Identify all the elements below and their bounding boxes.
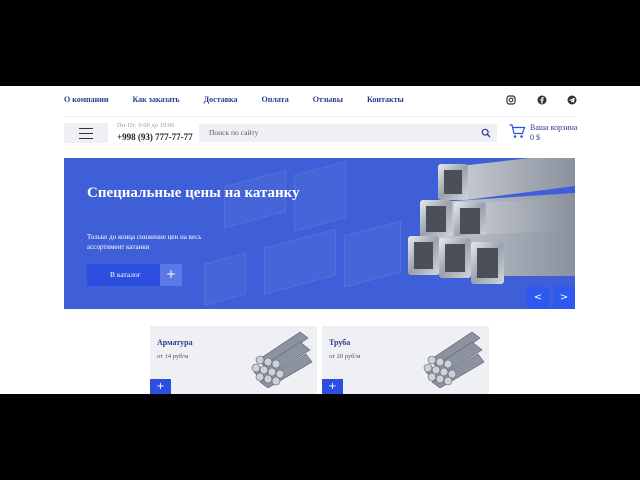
next-slide-button[interactable]: >	[553, 287, 575, 309]
nav-contacts[interactable]: Контакты	[367, 94, 404, 108]
work-hours: Пн-Пт: 9:00 до 19:00	[117, 122, 175, 129]
hero-title: Специальные цены на катанку	[87, 185, 300, 201]
add-to-cart-button[interactable]: +	[322, 379, 343, 394]
product-name[interactable]: Арматура	[157, 338, 193, 347]
menu-button[interactable]	[64, 123, 108, 143]
telegram-icon[interactable]	[567, 95, 577, 105]
product-card-pipe[interactable]: Труба от 20 руб/м +	[322, 326, 489, 394]
nav-about[interactable]: О компании	[64, 94, 108, 108]
instagram-icon[interactable]	[506, 95, 516, 105]
hamburger-icon	[79, 128, 93, 129]
facebook-icon[interactable]	[537, 95, 547, 105]
search-input[interactable]: Поиск по сайту	[199, 124, 497, 142]
rebar-bundle-image	[423, 331, 485, 388]
cart-icon[interactable]	[509, 124, 526, 139]
prev-slide-button[interactable]: <	[527, 287, 549, 309]
hero-subtitle: Только до конца снижение цен на весь асс…	[87, 233, 202, 251]
nav-reviews[interactable]: Отзывы	[313, 94, 343, 108]
catalog-button-label: В каталог	[110, 270, 141, 279]
nav-payment[interactable]: Оплата	[262, 94, 289, 108]
phone-number[interactable]: +998 (93) 777-77-77	[117, 132, 193, 142]
add-to-cart-button[interactable]: +	[150, 379, 171, 394]
top-nav: О компании Как заказать Доставка Оплата …	[64, 94, 428, 108]
search-placeholder: Поиск по сайту	[209, 128, 259, 137]
product-name[interactable]: Труба	[329, 338, 350, 347]
product-price: от 14 руб/м	[157, 353, 189, 360]
product-price: от 20 руб/м	[329, 353, 361, 360]
catalog-button[interactable]: В каталог +	[87, 264, 182, 286]
cart-total: 0 $	[530, 133, 540, 142]
steel-pipes-image	[408, 158, 575, 284]
cart-label[interactable]: Ваша корзина	[530, 123, 577, 132]
product-card-rebar[interactable]: Арматура от 14 руб/м +	[150, 326, 317, 394]
page: О компании Как заказать Доставка Оплата …	[0, 86, 640, 394]
nav-how-to-order[interactable]: Как заказать	[132, 94, 179, 108]
hero-banner: Специальные цены на катанку Только до ко…	[64, 158, 575, 309]
nav-delivery[interactable]: Доставка	[204, 94, 238, 108]
nav-divider	[64, 116, 576, 117]
plus-icon: +	[160, 264, 182, 286]
search-icon[interactable]	[481, 128, 491, 138]
rebar-bundle-image	[251, 331, 313, 388]
